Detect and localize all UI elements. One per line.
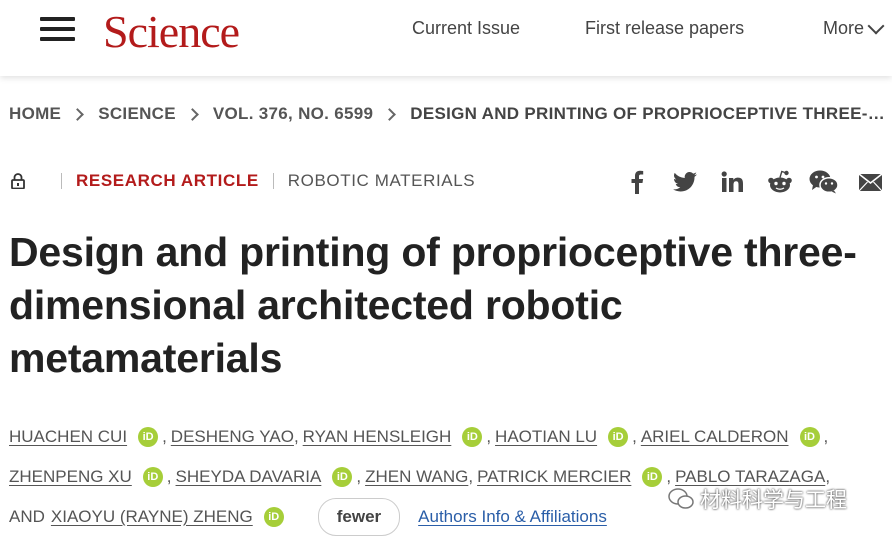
author-link[interactable]: RYAN HENSLEIGH bbox=[303, 427, 452, 447]
email-icon[interactable] bbox=[858, 168, 882, 196]
author-link[interactable]: SHEYDA DAVARIA bbox=[176, 467, 322, 487]
author-link[interactable]: ZHEN WANG bbox=[365, 467, 468, 487]
chevron-right-icon bbox=[186, 107, 199, 121]
site-header: Science Current Issue First release pape… bbox=[0, 0, 892, 76]
reddit-icon[interactable] bbox=[766, 168, 794, 196]
nav-more[interactable]: More bbox=[823, 17, 885, 39]
menu-icon[interactable] bbox=[40, 17, 75, 41]
divider bbox=[272, 173, 274, 189]
author-line: HUACHEN CUI iD, DESHENG YAO, RYAN HENSLE… bbox=[9, 427, 829, 447]
article-subject[interactable]: ROBOTIC MATERIALS bbox=[288, 171, 475, 191]
chevron-right-icon bbox=[71, 107, 85, 121]
orcid-icon[interactable]: iD bbox=[462, 427, 483, 447]
author-link[interactable]: ZHENPENG XU bbox=[9, 467, 132, 487]
nav-more-label: More bbox=[823, 18, 865, 38]
author-link[interactable]: DESHENG YAO bbox=[171, 427, 294, 447]
orcid-icon[interactable]: iD bbox=[799, 427, 820, 447]
author-link[interactable]: PATRICK MERCIER bbox=[477, 467, 631, 487]
article-title: Design and printing of proprioceptive th… bbox=[9, 229, 857, 381]
fewer-authors-button[interactable]: fewer bbox=[317, 498, 401, 536]
author-link[interactable]: XIAOYU (RAYNE) ZHENG bbox=[51, 507, 253, 527]
authors-info-affiliations-link[interactable]: Authors Info & Affiliations bbox=[418, 507, 607, 527]
orcid-icon[interactable]: iD bbox=[642, 467, 663, 487]
orcid-icon[interactable]: iD bbox=[332, 467, 353, 487]
author-link[interactable]: HUACHEN CUI bbox=[9, 427, 127, 447]
watermark: 材料科学与工程 bbox=[668, 484, 847, 514]
wechat-icon[interactable] bbox=[809, 168, 839, 196]
breadcrumb: HOME SCIENCE VOL. 376, NO. 6599 DESIGN A… bbox=[9, 104, 885, 124]
nav-first-release-papers[interactable]: First release papers bbox=[585, 18, 744, 39]
orcid-icon[interactable]: iD bbox=[138, 427, 159, 447]
nav-current-issue[interactable]: Current Issue bbox=[412, 18, 520, 39]
science-logo[interactable]: Science bbox=[103, 5, 240, 58]
author-list: HUACHEN CUI iD, DESHENG YAO, RYAN HENSLE… bbox=[9, 417, 869, 537]
and-word: AND bbox=[9, 507, 45, 526]
breadcrumb-volume[interactable]: VOL. 376, NO. 6599 bbox=[213, 104, 373, 124]
lock-icon bbox=[11, 173, 25, 189]
facebook-icon[interactable] bbox=[626, 168, 648, 196]
orcid-icon[interactable]: iD bbox=[142, 467, 163, 487]
breadcrumb-current-article: DESIGN AND PRINTING OF PROPRIOCEPTIVE TH… bbox=[410, 104, 885, 123]
watermark-text: 材料科学与工程 bbox=[700, 488, 847, 512]
breadcrumb-science[interactable]: SCIENCE bbox=[98, 104, 176, 124]
divider bbox=[61, 173, 62, 189]
twitter-icon[interactable] bbox=[672, 168, 698, 196]
author-link[interactable]: HAOTIAN LU bbox=[495, 427, 597, 447]
author-link[interactable]: ARIEL CALDERON bbox=[641, 427, 789, 447]
linkedin-icon[interactable] bbox=[720, 168, 744, 196]
chevron-down-icon bbox=[867, 17, 885, 34]
chevron-right-icon bbox=[383, 107, 397, 121]
orcid-icon[interactable]: iD bbox=[608, 427, 629, 447]
wechat-logo-icon bbox=[668, 488, 694, 509]
article-type[interactable]: RESEARCH ARTICLE bbox=[76, 171, 259, 191]
article-meta: RESEARCH ARTICLE ROBOTIC MATERIALS bbox=[11, 171, 475, 191]
breadcrumb-home[interactable]: HOME bbox=[9, 104, 61, 124]
orcid-icon[interactable]: iD bbox=[263, 507, 284, 527]
